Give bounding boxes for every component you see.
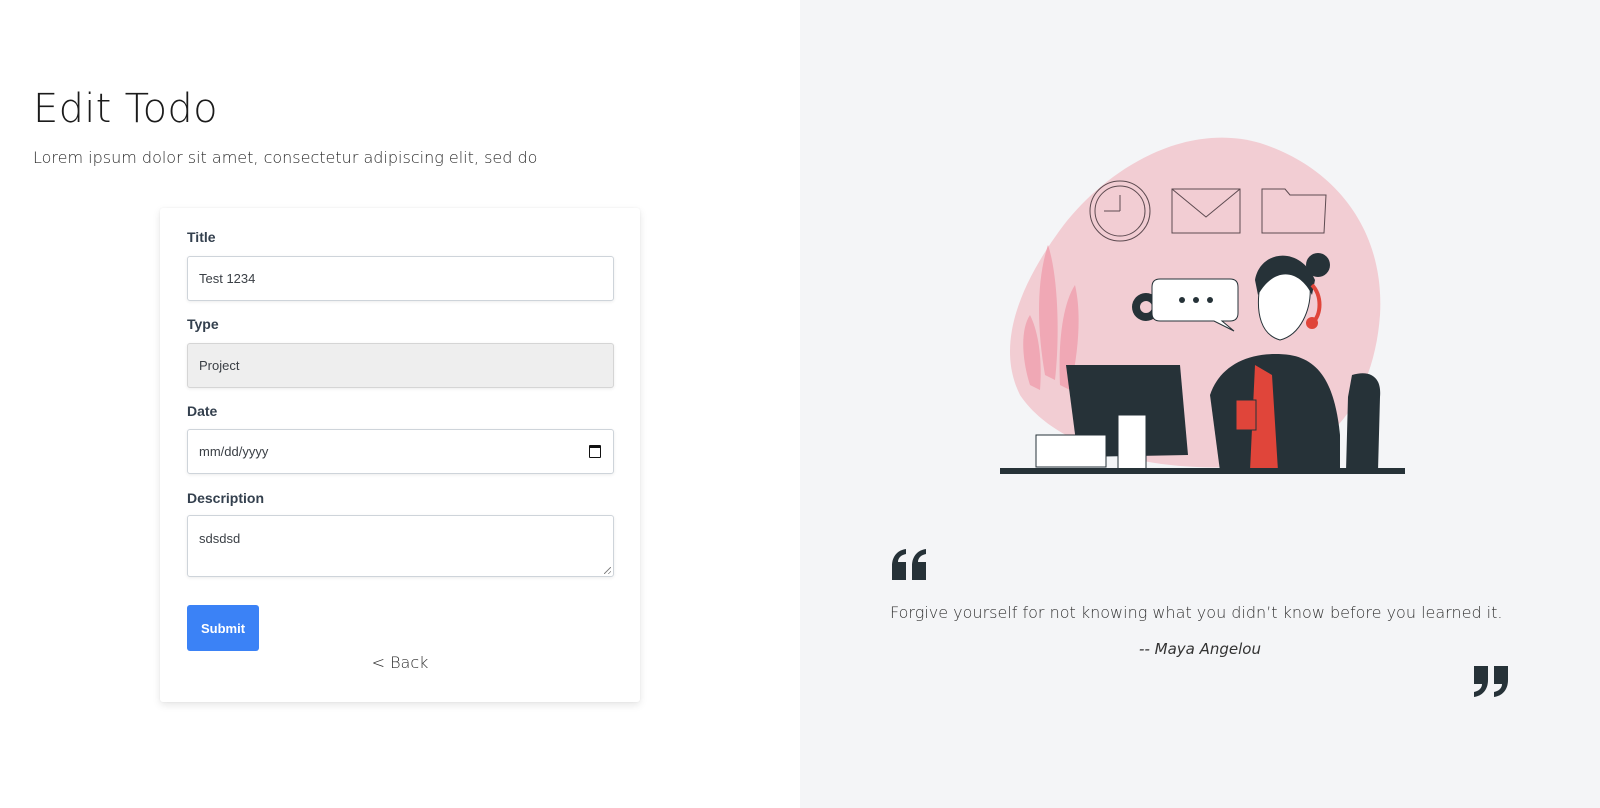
page-subtitle: Lorem ipsum dolor sit amet, consectetur …: [33, 148, 538, 167]
date-label: Date: [187, 403, 218, 419]
title-label: Title: [187, 229, 216, 245]
description-value: sdsdsd: [199, 531, 241, 546]
type-label: Type: [187, 316, 219, 332]
date-input[interactable]: mm/dd/yyyy: [187, 429, 614, 474]
resize-handle-icon[interactable]: [604, 567, 611, 574]
page-title: Edit Todo: [33, 86, 218, 132]
quote-open-icon: [892, 549, 926, 580]
submit-button[interactable]: Submit: [187, 605, 259, 651]
type-input[interactable]: Project: [187, 343, 614, 388]
back-link[interactable]: < Back: [160, 653, 640, 672]
title-input-value: Test 1234: [199, 271, 256, 286]
type-input-value: Project: [199, 358, 240, 373]
edit-todo-form: Title Test 1234 Type Project Date mm/dd/…: [160, 208, 640, 702]
customer-support-illustration: [1000, 137, 1405, 474]
quote-author: -- Maya Angelou: [1139, 640, 1261, 658]
title-input[interactable]: Test 1234: [187, 256, 614, 301]
left-pane: Edit Todo Lorem ipsum dolor sit amet, co…: [0, 0, 800, 808]
description-textarea[interactable]: sdsdsd: [187, 515, 614, 577]
calendar-icon[interactable]: [589, 445, 601, 458]
description-label: Description: [187, 490, 265, 506]
quote-close-icon: [1474, 666, 1508, 697]
date-input-placeholder: mm/dd/yyyy: [199, 444, 269, 459]
quote-text: Forgive yourself for not knowing what yo…: [890, 603, 1503, 622]
